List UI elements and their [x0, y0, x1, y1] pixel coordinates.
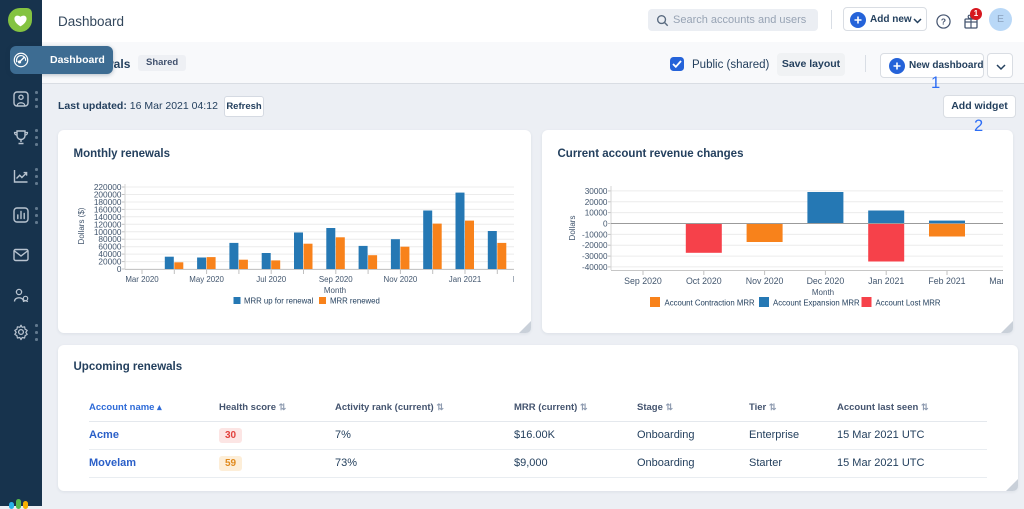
svg-text:MRR renewed: MRR renewed — [330, 297, 380, 306]
svg-text:Nov 2020: Nov 2020 — [384, 275, 418, 284]
svg-text:Oct 2020: Oct 2020 — [686, 276, 722, 286]
svg-text:Dec 2020: Dec 2020 — [807, 276, 845, 286]
svg-text:Dollars: Dollars — [568, 216, 577, 241]
svg-text:Mar 2021: Mar 2021 — [989, 276, 1003, 286]
svg-text:?: ? — [941, 17, 946, 27]
svg-text:Jan 2021: Jan 2021 — [868, 276, 904, 286]
svg-text:-40000: -40000 — [582, 263, 608, 272]
svg-text:-10000: -10000 — [582, 230, 608, 239]
svg-text:Nov 2020: Nov 2020 — [746, 276, 784, 286]
svg-text:0: 0 — [603, 220, 608, 229]
svg-text:Account Expansion MRR: Account Expansion MRR — [773, 299, 860, 308]
svg-text:Month: Month — [324, 286, 346, 295]
svg-text:Feb 2021: Feb 2021 — [928, 276, 965, 286]
svg-text:MRR up for renewal: MRR up for renewal — [244, 297, 314, 306]
svg-text:10000: 10000 — [585, 209, 608, 218]
svg-text:Sep 2020: Sep 2020 — [624, 276, 662, 286]
svg-text:-20000: -20000 — [582, 241, 608, 250]
svg-text:Month: Month — [812, 288, 834, 297]
svg-text:20000: 20000 — [585, 198, 608, 207]
svg-text:Mar 2021: Mar 2021 — [513, 275, 514, 284]
svg-text:Dollars ($): Dollars ($) — [77, 207, 86, 244]
svg-text:Sep 2020: Sep 2020 — [319, 275, 353, 284]
svg-text:Account Lost MRR: Account Lost MRR — [876, 299, 941, 308]
svg-text:Account Contraction MRR: Account Contraction MRR — [665, 299, 756, 308]
svg-text:Jul 2020: Jul 2020 — [256, 275, 286, 284]
svg-text:Mar 2020: Mar 2020 — [125, 275, 159, 284]
svg-text:220000: 220000 — [94, 182, 122, 192]
svg-text:May 2020: May 2020 — [189, 275, 224, 284]
svg-text:-30000: -30000 — [582, 252, 608, 261]
svg-text:30000: 30000 — [585, 187, 608, 196]
svg-text:Jan 2021: Jan 2021 — [449, 275, 481, 284]
